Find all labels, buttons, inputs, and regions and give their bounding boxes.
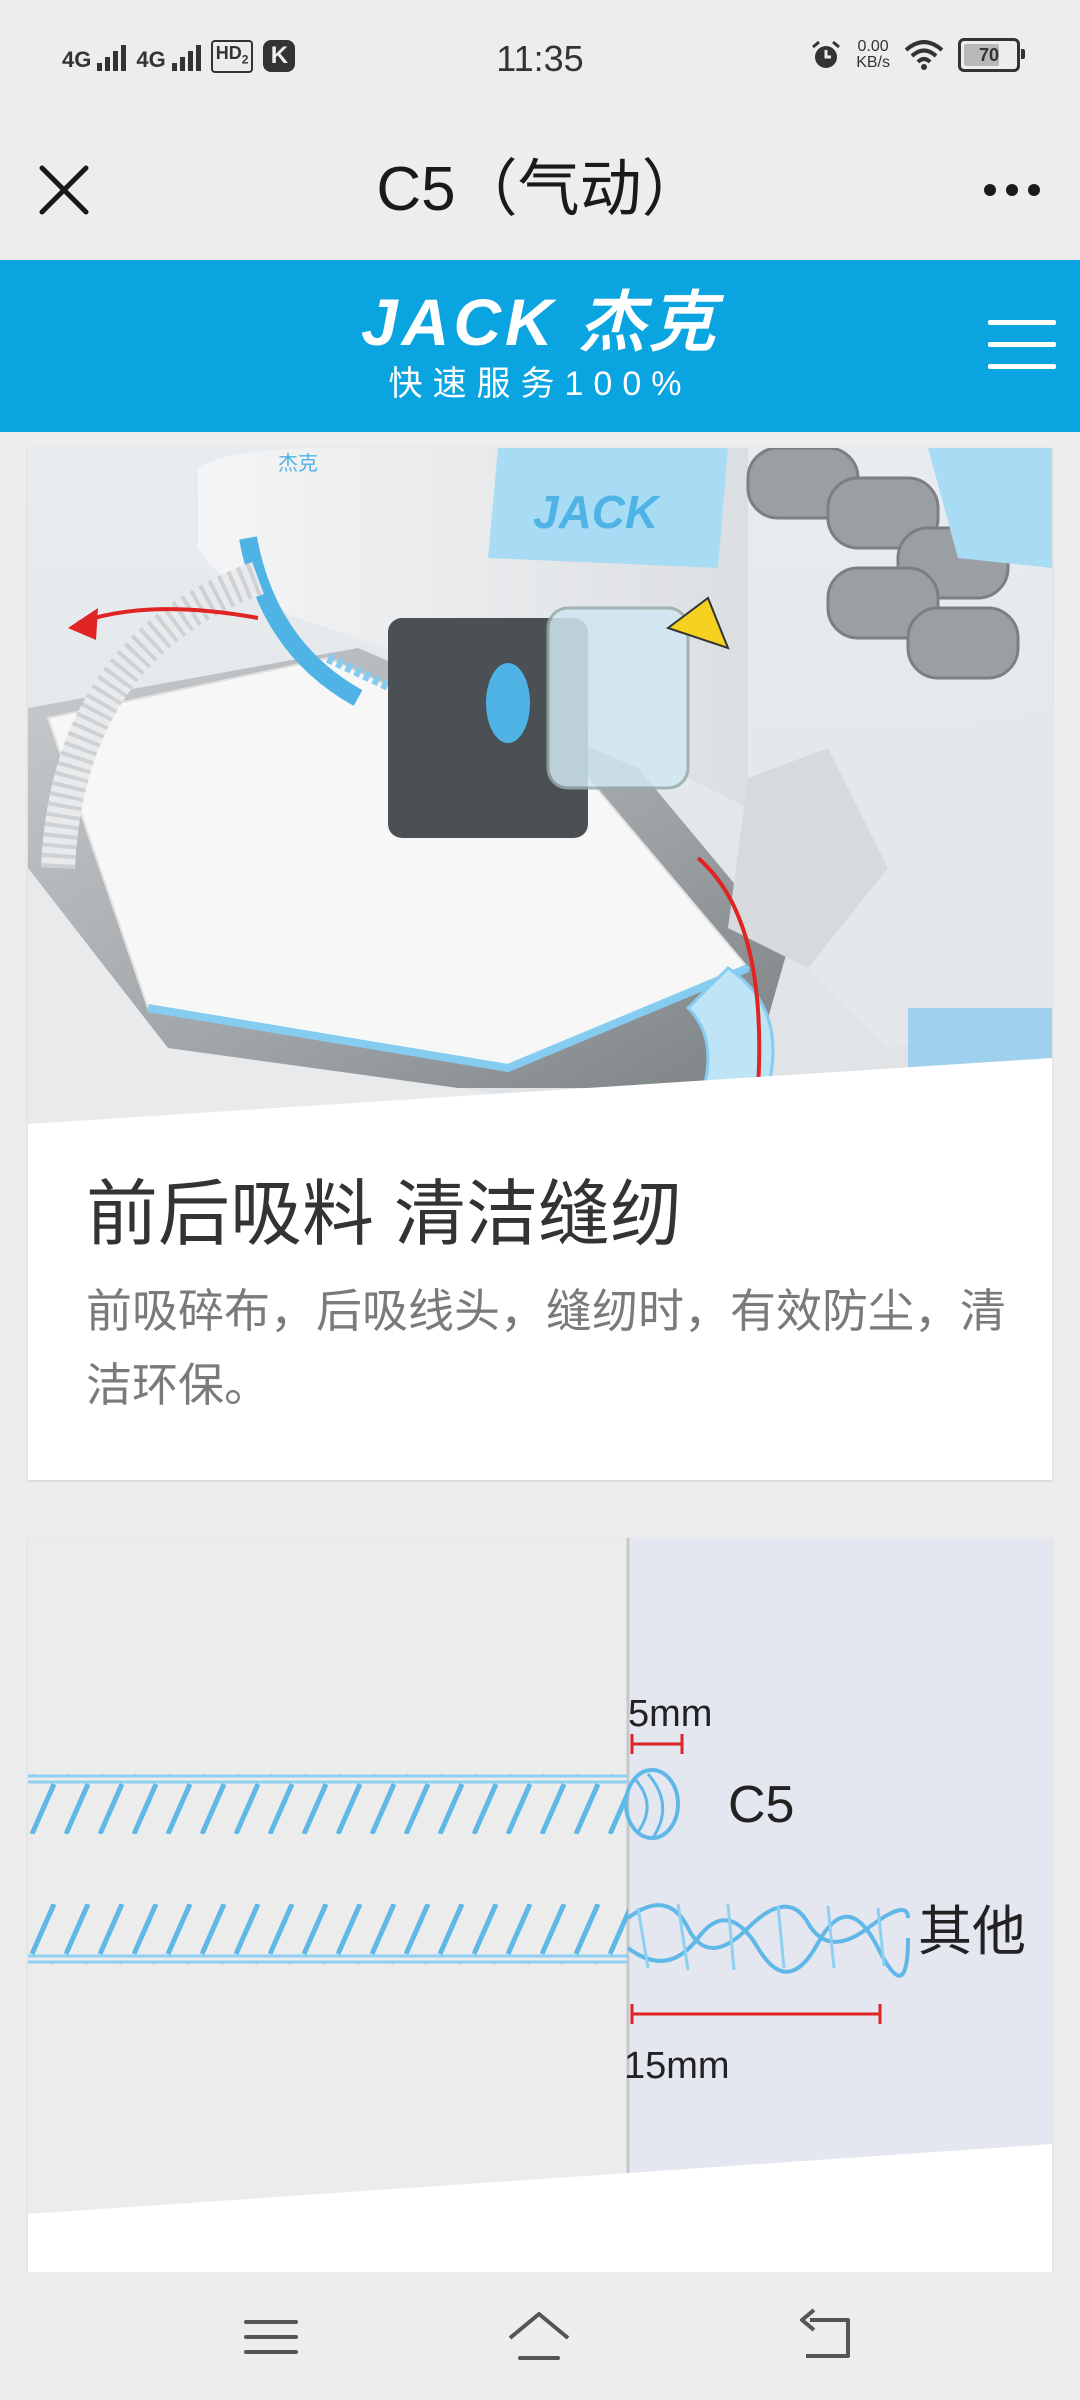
battery-icon: 70 — [958, 38, 1025, 72]
battery-level: 70 — [978, 44, 1000, 65]
network-speed-unit: KB/s — [856, 54, 890, 71]
stitch-comparison-image: 5mm C5 其他 15mm — [28, 1538, 1052, 2218]
alarm-icon — [812, 40, 841, 68]
label-5mm: 5mm — [628, 1693, 712, 1735]
back-nav-icon[interactable] — [790, 2302, 860, 2372]
machine-logo: JACK — [533, 486, 661, 538]
status-bar: 4G 4G HD2 K 11:35 0.00 KB/s 70 — [0, 0, 1080, 124]
more-icon[interactable] — [972, 154, 1052, 226]
network-speed: 0.00 KB/s — [856, 39, 890, 71]
status-right: 0.00 KB/s 70 — [810, 38, 1025, 72]
hamburger-menu-icon[interactable] — [982, 310, 1062, 380]
brand-logo: JACK 杰克 — [360, 285, 720, 359]
brand-slogan: 快速服务100% — [388, 365, 692, 403]
system-nav-bar — [0, 2272, 1080, 2400]
sewing-machine-image: JACK 杰克 — [28, 448, 1052, 1128]
page-title: C5（气动） — [376, 155, 704, 224]
network-speed-value: 0.00 — [857, 38, 889, 55]
home-nav-icon[interactable] — [504, 2302, 574, 2372]
label-15mm: 15mm — [624, 2045, 730, 2087]
label-c5: C5 — [728, 1776, 794, 1834]
wifi-icon — [904, 40, 944, 70]
content-area[interactable]: JACK 杰克 前后吸料 清洁缝纫 前吸碎布，后吸线头，缝纫时，有效防尘，清洁环… — [0, 432, 1080, 2272]
feature-card: JACK 杰克 前后吸料 清洁缝纫 前吸碎布，后吸线头，缝纫时，有效防尘，清洁环… — [28, 448, 1052, 1480]
card-description: 前吸碎布，后吸线头，缝纫时，有效防尘，清洁环保。 — [86, 1285, 1006, 1411]
brand-header: JACK 杰克 快速服务100% — [0, 260, 1080, 432]
menu-nav-icon[interactable] — [236, 2302, 306, 2372]
card-title: 前后吸料 清洁缝纫 — [86, 1175, 683, 1255]
title-bar: C5（气动） — [0, 124, 1080, 260]
label-other: 其他 — [918, 1902, 1026, 1962]
comparison-card: 5mm C5 其他 15mm — [28, 1538, 1052, 2272]
machine-badge: 杰克 — [278, 452, 318, 475]
